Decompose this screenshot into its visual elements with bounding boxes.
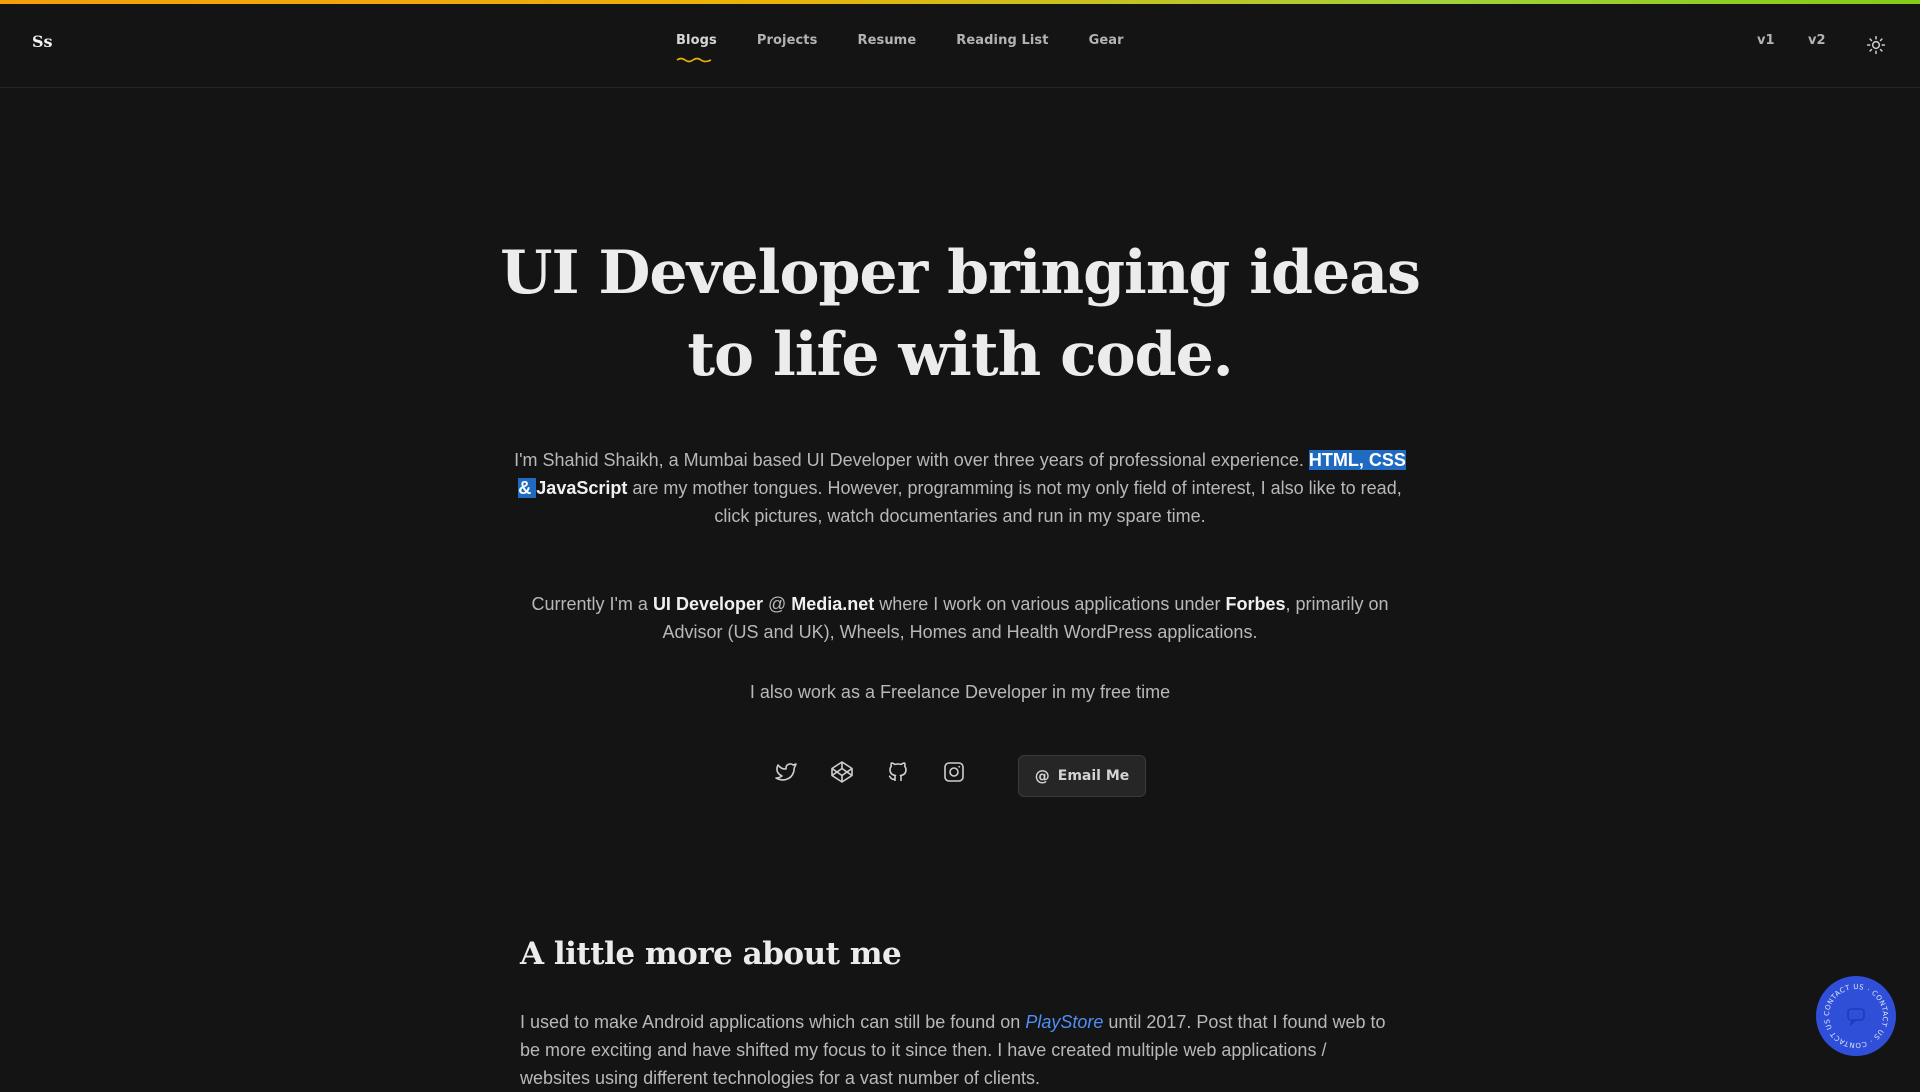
contact-badge-text: CONTACT US · CONTACT US · CONTACT US · [1815, 970, 1889, 1049]
hero-title: UI Developer bringing ideas to life with… [500, 238, 1421, 390]
intro-paragraph: I'm Shahid Shaikh, a Mumbai based UI Dev… [510, 446, 1410, 530]
about-text-a: I used to make Android applications whic… [520, 1012, 1026, 1032]
email-me-button[interactable]: @ Email Me [1018, 755, 1146, 797]
site-header: Ss Blogs Projects Resume Reading List Ge… [0, 4, 1920, 88]
chat-icon [1847, 1008, 1865, 1027]
freelance-paragraph: I also work as a Freelance Developer in … [749, 682, 1171, 702]
intro-text-a: I'm Shahid Shaikh, a Mumbai based UI Dev… [514, 450, 1309, 470]
languages-text: JavaScript [536, 478, 628, 498]
role-title: UI Developer [652, 594, 763, 614]
codepen-icon [831, 761, 853, 783]
about-section-title: A little more about me [520, 936, 902, 972]
nav-link-resume[interactable]: Resume [857, 33, 916, 48]
intro-text-b: are my mother tongues. However, programm… [627, 478, 1402, 526]
svg-text:CONTACT US · CONTACT US · CONT: CONTACT US · CONTACT US · CONTACT US · [1816, 976, 1889, 1049]
email-me-label: Email Me [1057, 768, 1130, 784]
twitter-icon [775, 763, 797, 781]
instagram-icon [944, 762, 964, 782]
nav-link-projects[interactable]: Projects [757, 33, 818, 48]
role-text-b: where I work on various applications und… [874, 594, 1226, 614]
playstore-link[interactable]: PlayStore [1025, 1012, 1103, 1032]
version-link-v2[interactable]: v2 [1808, 33, 1826, 48]
nav-link-reading-list[interactable]: Reading List [956, 33, 1048, 48]
social-links [770, 756, 994, 788]
twitter-link[interactable] [770, 756, 802, 788]
sun-icon [1866, 35, 1886, 55]
contact-us-badge[interactable]: CONTACT US · CONTACT US · CONTACT US · [1815, 970, 1896, 1056]
site-logo[interactable]: Ss [32, 32, 53, 51]
company-name: Media.net [791, 594, 875, 614]
role-at: @ [762, 594, 792, 614]
client-name: Forbes [1225, 594, 1286, 614]
instagram-link[interactable] [938, 756, 970, 788]
nav-link-gear[interactable]: Gear [1089, 33, 1124, 48]
role-text-a: Currently I'm a [531, 594, 653, 614]
github-icon [888, 762, 907, 781]
nav-link-blogs[interactable]: Blogs [676, 33, 717, 48]
current-role-paragraph: Currently I'm a UI Developer @ Media.net… [510, 590, 1410, 646]
theme-toggle-button[interactable] [1864, 33, 1888, 57]
codepen-link[interactable] [826, 756, 858, 788]
contact-badge-graphic: CONTACT US · CONTACT US · CONTACT US · [1815, 970, 1889, 1049]
active-nav-underline [676, 57, 712, 63]
about-paragraph: I used to make Android applications whic… [520, 1008, 1400, 1092]
github-link[interactable] [882, 756, 914, 788]
version-link-v1[interactable]: v1 [1757, 33, 1775, 48]
main-nav: Blogs Projects Resume Reading List Gear [676, 33, 1124, 48]
at-icon: @ [1034, 767, 1050, 785]
